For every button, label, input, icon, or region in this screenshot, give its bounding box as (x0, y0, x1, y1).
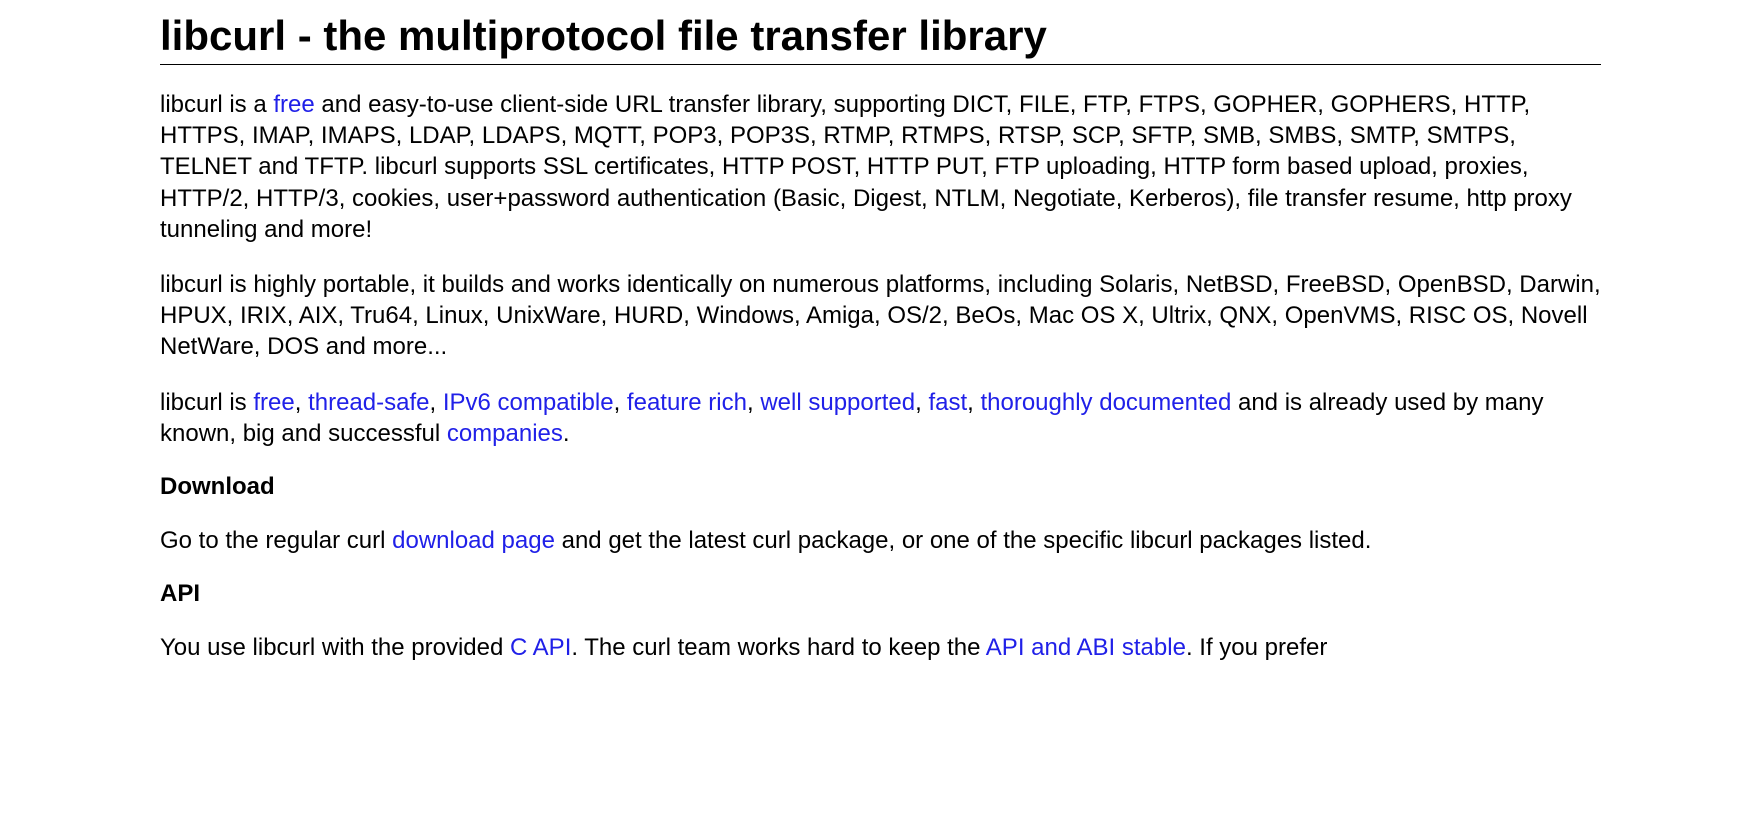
text: , (295, 389, 308, 416)
text: and easy-to-use client-side URL transfer… (160, 91, 1572, 243)
link-thoroughly-documented[interactable]: thoroughly documented (980, 389, 1231, 416)
heading-download: Download (160, 473, 1601, 501)
link-feature-rich[interactable]: feature rich (627, 389, 747, 416)
text: libcurl is a (160, 91, 273, 118)
text: . If you prefer (1186, 634, 1327, 661)
link-download-page[interactable]: download page (392, 527, 555, 554)
link-c-api[interactable]: C API (510, 634, 571, 661)
text: , (429, 389, 442, 416)
text: , (915, 389, 928, 416)
api-paragraph: You use libcurl with the provided C API.… (160, 632, 1601, 663)
text: Go to the regular curl (160, 527, 392, 554)
text: libcurl is (160, 389, 253, 416)
main-content: libcurl - the multiprotocol file transfe… (160, 0, 1601, 663)
intro-paragraph-3: libcurl is free, thread-safe, IPv6 compa… (160, 387, 1601, 449)
page-title: libcurl - the multiprotocol file transfe… (160, 12, 1601, 65)
link-thread-safe[interactable]: thread-safe (308, 389, 429, 416)
link-fast[interactable]: fast (928, 389, 967, 416)
link-free[interactable]: free (273, 91, 314, 118)
download-paragraph: Go to the regular curl download page and… (160, 525, 1601, 556)
text: . (563, 420, 570, 447)
text: , (614, 389, 627, 416)
text: You use libcurl with the provided (160, 634, 510, 661)
link-companies[interactable]: companies (447, 420, 563, 447)
text: . The curl team works hard to keep the (571, 634, 985, 661)
link-ipv6-compatible[interactable]: IPv6 compatible (443, 389, 614, 416)
text: , (747, 389, 760, 416)
intro-paragraph-1: libcurl is a free and easy-to-use client… (160, 89, 1601, 245)
heading-api: API (160, 580, 1601, 608)
link-free[interactable]: free (253, 389, 294, 416)
intro-paragraph-2: libcurl is highly portable, it builds an… (160, 269, 1601, 363)
text: and get the latest curl package, or one … (555, 527, 1371, 554)
text: , (967, 389, 980, 416)
link-well-supported[interactable]: well supported (760, 389, 915, 416)
link-api-abi-stable[interactable]: API and ABI stable (986, 634, 1186, 661)
